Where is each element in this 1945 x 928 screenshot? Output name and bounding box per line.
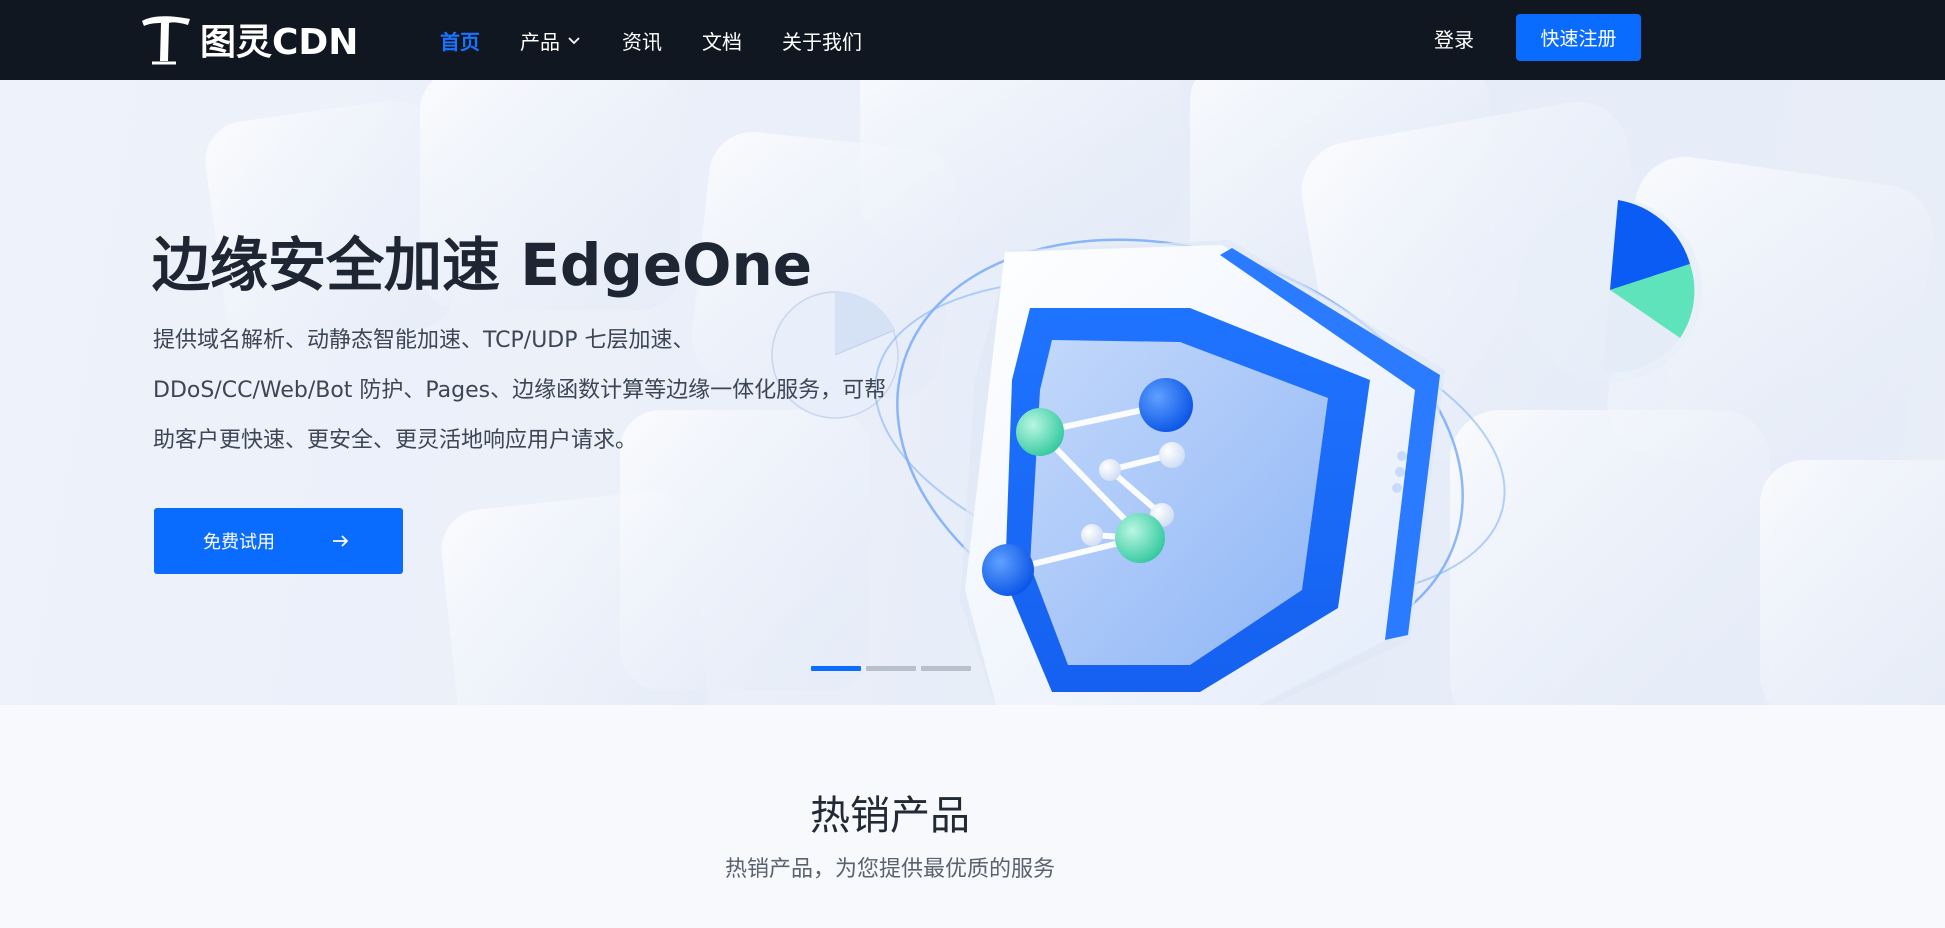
carousel-dot-1[interactable] (811, 666, 861, 671)
hero-banner: 边缘安全加速 EdgeOne 提供域名解析、动静态智能加速、TCP/UDP 七层… (0, 80, 1945, 705)
section-subtitle: 热销产品，为您提供最优质的服务 (724, 857, 1055, 882)
hero-description-line: 提供域名解析、动静态智能加速、TCP/UDP 七层加速、 (153, 328, 695, 353)
carousel-dot-2[interactable] (866, 666, 916, 671)
nav-item-label: 产品 (520, 29, 560, 54)
login-link[interactable]: 登录 (1434, 24, 1474, 53)
logo-text: 图灵CDN (200, 22, 359, 63)
nav-item-products[interactable]: 产品 (520, 26, 582, 55)
register-button[interactable]: 快速注册 (1516, 14, 1641, 61)
nav-item-news[interactable]: 资讯 (622, 26, 662, 55)
hero-title: 边缘安全加速 EdgeOne (152, 231, 813, 299)
nav-item-label: 资讯 (622, 29, 662, 54)
nav-item-label: 关于我们 (782, 29, 862, 54)
section-title: 热销产品 (810, 793, 970, 839)
nav-item-label: 首页 (440, 29, 480, 54)
hero-description: 提供域名解析、动静态智能加速、TCP/UDP 七层加速、 DDoS/CC/Web… (153, 316, 923, 466)
site-logo[interactable]: 图灵CDN (138, 10, 358, 68)
nav-item-home[interactable]: 首页 (440, 26, 480, 55)
hot-products-section: 热销产品 热销产品，为您提供最优质的服务 (0, 705, 1945, 928)
nav-item-docs[interactable]: 文档 (702, 26, 742, 55)
free-trial-button[interactable]: 免费试用 (154, 508, 403, 574)
carousel-dot-3[interactable] (921, 666, 971, 671)
nav-item-label: 文档 (702, 29, 742, 54)
carousel-indicators (811, 666, 976, 671)
hero-description-line: 助客户更快速、更安全、更灵活地响应用户请求。 (153, 428, 638, 453)
free-trial-label: 免费试用 (203, 532, 275, 553)
main-menu: 首页 产品 资讯 文档 关于我们 (440, 0, 902, 80)
top-navbar: 图灵CDN 首页 产品 资讯 文档 关于我们 登录 快速注册 (0, 0, 1945, 80)
logo-t-icon (142, 16, 190, 65)
hero-description-line: DDoS/CC/Web/Bot 防护、Pages、边缘函数计算等边缘一体化服务，… (153, 378, 887, 403)
arrow-right-icon (333, 535, 349, 547)
chevron-down-icon (568, 37, 580, 45)
nav-item-about[interactable]: 关于我们 (782, 26, 862, 55)
